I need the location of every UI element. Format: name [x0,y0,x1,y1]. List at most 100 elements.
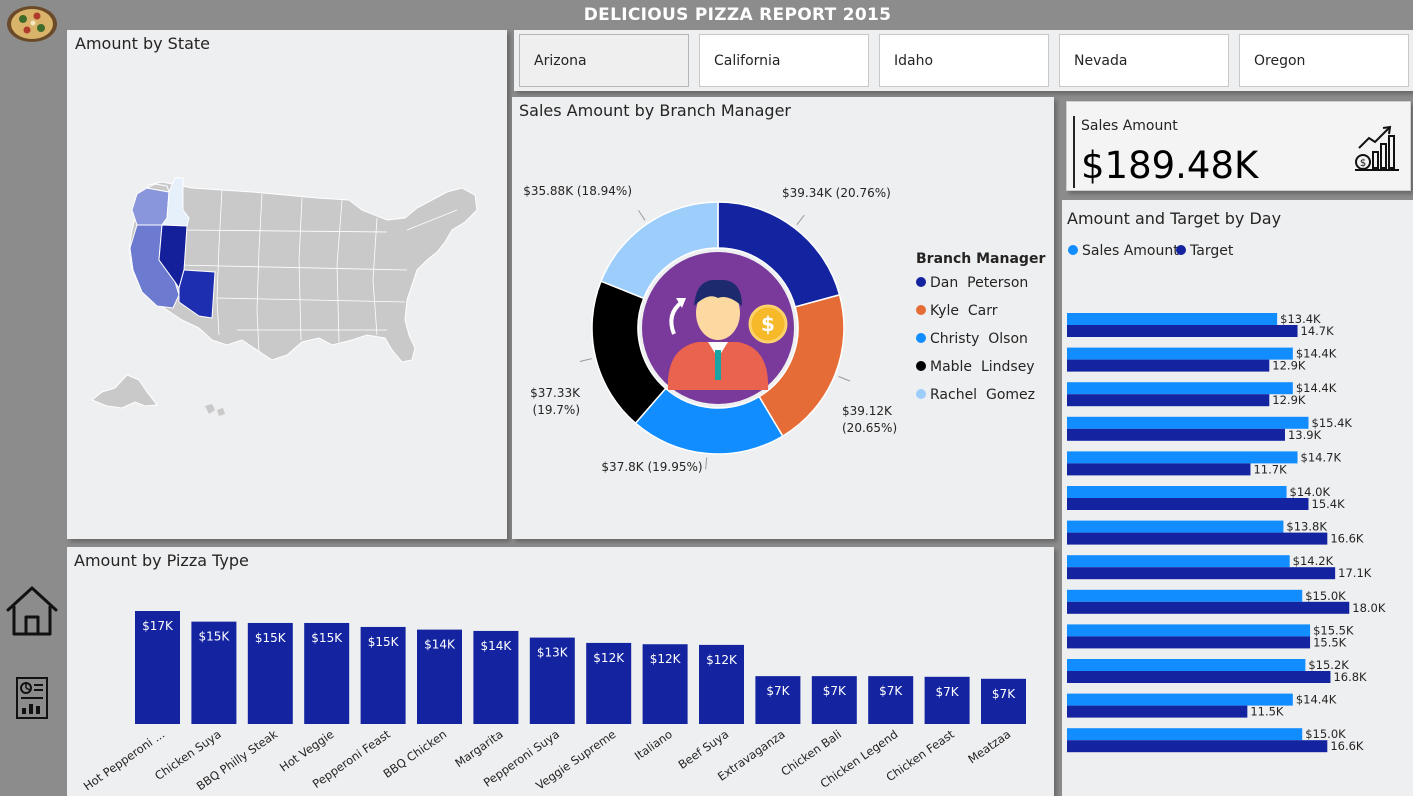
day-bar-label-target: 14.7K [1301,324,1335,338]
donut-leader-line [796,214,805,225]
slicer-option-nevada[interactable]: Nevada [1059,34,1229,87]
day-bar-label-sales-amount: $14.2K [1293,554,1334,568]
day-bar-target[interactable] [1067,394,1270,407]
day-bar-sales-amount[interactable] [1067,347,1293,360]
report-icon[interactable] [14,676,50,720]
donut-data-label: $39.12K (20.65%) [842,404,897,435]
day-bar-target[interactable] [1067,705,1248,718]
pizza-category-label: Meatzaa [965,727,1013,766]
day-bar-label-target: 12.9K [1272,359,1306,373]
donut-data-label: $37.8K (19.95%) [601,460,702,474]
legend-item-kyle-carr[interactable]: Kyle Carr [916,303,997,319]
pizza-category-label: Italiano [632,727,675,763]
legend-item-dan-peterson[interactable]: Dan Peterson [916,275,1028,291]
day-bar-target[interactable] [1067,601,1350,614]
home-icon[interactable] [4,584,60,638]
day-bar-label-target: 15.5K [1313,635,1347,649]
donut-data-label: $39.34K (20.76%) [782,186,891,200]
report-title: DELICIOUS PIZZA REPORT 2015 [583,5,892,25]
pizza-category-label: Hot Pepperoni ... [81,727,167,793]
day-bar-sales-amount[interactable] [1067,382,1293,395]
day-bar-label-target: 15.4K [1312,497,1346,511]
pizza-bar-value-label: $15K [255,631,287,645]
us-map[interactable] [87,170,497,420]
slicer-option-oregon[interactable]: Oregon [1239,34,1409,87]
day-bar-target[interactable] [1067,463,1251,476]
state-oregon[interactable] [131,187,170,226]
legend-item-rachel-gomez[interactable]: Rachel Gomez [916,387,1035,403]
pizza-bar-meatzaa[interactable] [981,678,1026,724]
pizza-bar-value-label: $12K [706,653,738,667]
day-bar-chart[interactable]: $13.4K14.7K$14.4K12.9K$14.4K12.9K$15.4K1… [1062,200,1413,796]
day-bar-label-target: 11.5K [1250,705,1284,719]
legend-dot [916,361,926,371]
day-bar-target[interactable] [1067,325,1298,337]
day-bar-target[interactable] [1067,428,1285,441]
pizza-logo [5,4,59,44]
day-bar-sales-amount[interactable] [1067,624,1311,637]
legend-label: Dan Peterson [930,275,1029,291]
donut-leader-line [579,358,592,362]
pizza-bar-value-label: $15K [311,631,343,645]
pizza-bar-value-label: $14K [424,638,456,652]
day-bar-label-target: 17.1K [1338,566,1372,580]
day-bar-target[interactable] [1067,636,1311,649]
day-bar-sales-amount[interactable] [1067,659,1306,671]
legend-item-christy-olson[interactable]: Christy Olson [916,331,1028,347]
donut-panel: Sales Amount by Branch Manager $39.34K (… [512,97,1054,539]
day-bar-label-sales-amount: $14.7K [1301,450,1342,464]
slicer-option-california[interactable]: California [699,34,869,87]
day-bar-sales-amount[interactable] [1067,728,1303,741]
donut-data-label: $37.33K (19.7%) [530,386,581,417]
legend-dot [916,305,926,315]
map-panel: Amount by State [67,30,507,539]
sales-chart-icon: $ [1353,124,1401,172]
legend-item-mable-lindsey[interactable]: Mable Lindsey [916,359,1035,375]
day-bar-target[interactable] [1067,567,1336,580]
pizza-bar-value-label: $12K [593,651,625,665]
pizza-bar-chart[interactable]: $17KHot Pepperoni ...$15KChicken Suya$15… [67,547,1054,796]
pizza-bar-value-label: $15K [368,635,400,649]
pizza-bar-value-label: $17K [142,619,174,633]
map-panel-title: Amount by State [75,34,211,53]
pizza-bar-value-label: $15K [199,630,231,644]
day-bar-label-target: 18.0K [1352,601,1386,615]
day-bar-sales-amount[interactable] [1067,486,1287,498]
legend-label: Kyle Carr [930,303,998,319]
donut-leader-line [638,210,646,221]
day-bar-label-target: 11.7K [1253,462,1287,476]
legend-dot [916,333,926,343]
donut-data-label: $35.88K (18.94%) [523,184,632,198]
donut-legend-title: Branch Manager [916,251,1046,267]
day-bar-sales-amount[interactable] [1067,520,1284,533]
pizza-bar-value-label: $7K [936,685,960,699]
kpi-value: $189.48K [1081,144,1259,187]
day-bar-label-target: 12.9K [1272,393,1306,407]
donut-leader-line [838,376,850,382]
svg-text:$: $ [761,312,775,336]
pizza-bar-value-label: $7K [879,684,903,698]
day-bar-label-target: 16.8K [1333,670,1367,684]
pizza-category-label: Margarita [452,727,505,770]
legend-label: Mable Lindsey [930,359,1035,375]
day-bar-sales-amount[interactable] [1067,589,1303,602]
day-bar-sales-amount[interactable] [1067,416,1309,429]
day-bar-label-sales-amount: $14.4K [1296,693,1337,707]
pizza-bar-value-label: $12K [650,652,682,666]
pizza-bar-value-label: $7K [766,684,790,698]
day-bar-target[interactable] [1067,532,1328,545]
pizza-category-label: BBQ Chicken [381,727,450,781]
slicer-option-arizona[interactable]: Arizona [519,34,689,87]
day-bar-target[interactable] [1067,740,1328,753]
pizza-bar-value-label: $13K [537,646,569,660]
day-bar-target[interactable] [1067,359,1270,372]
legend-label: Christy Olson [930,331,1028,347]
day-bar-sales-amount[interactable] [1067,313,1278,325]
slicer-option-idaho[interactable]: Idaho [879,34,1049,87]
day-bar-sales-amount[interactable] [1067,555,1290,568]
day-bar-label-target: 16.6K [1330,739,1364,753]
pizza-bar-value-label: $7K [992,687,1016,701]
day-bar-target[interactable] [1067,498,1309,510]
day-panel: Amount and Target by Day Sales Amount Ta… [1062,200,1413,796]
day-bar-target[interactable] [1067,671,1331,683]
